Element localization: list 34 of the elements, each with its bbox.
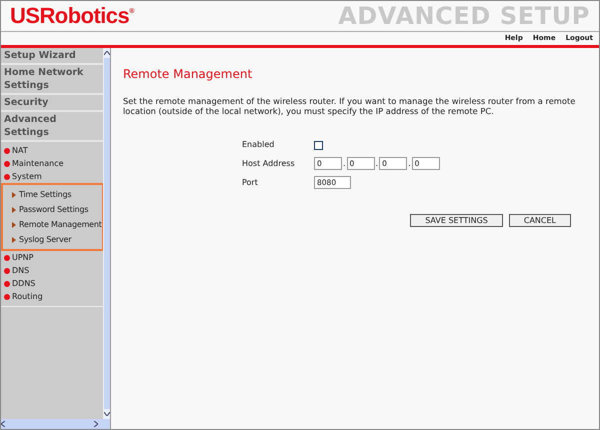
triangle-icon	[12, 192, 16, 198]
bullet-icon	[4, 280, 10, 286]
ip-separator: .	[407, 158, 412, 170]
submenu-item[interactable]: Time Settings	[19, 188, 72, 200]
field-label: Port	[242, 176, 259, 188]
bullet-icon	[4, 160, 10, 166]
ip-separator: .	[342, 158, 347, 170]
section-heading: Remote Management	[123, 66, 254, 83]
form-button[interactable]: CANCEL	[508, 214, 571, 227]
submenu-item[interactable]: Remote Management	[19, 218, 102, 230]
field-label: Enabled	[242, 139, 276, 151]
sidebar-item[interactable]: DDNS	[12, 278, 36, 290]
sidebar-item[interactable]: Maintenance	[12, 158, 64, 170]
triangle-icon	[12, 206, 16, 212]
sidebar-item[interactable]: NAT	[12, 144, 28, 156]
horizontal-scrollbar[interactable]	[1, 419, 110, 429]
sidebar-item[interactable]: System	[12, 170, 42, 182]
form-button[interactable]: SAVE SETTINGS	[410, 214, 503, 227]
field-label: Host Address	[242, 158, 296, 170]
bullet-icon	[4, 254, 10, 260]
bullet-icon	[4, 294, 10, 300]
submenu-item[interactable]: Syslog Server	[19, 234, 72, 246]
sidebar-item[interactable]: DNS	[12, 264, 30, 276]
description-text: Set the remote management of the wireless router. If you want to manage the wireless router from a remote location (outside of the local network), you must specify the IP address of the remote PC.	[123, 96, 576, 116]
bullet-icon	[4, 148, 10, 154]
ip-separator: .	[374, 158, 380, 170]
triangle-icon	[12, 236, 16, 242]
triangle-icon	[12, 222, 16, 228]
bullet-icon	[4, 268, 10, 274]
submenu-item[interactable]: Password Settings	[19, 204, 88, 216]
bullet-icon	[4, 174, 10, 180]
sidebar-item[interactable]: Routing	[12, 290, 43, 302]
sidebar-item[interactable]: UPNP	[12, 252, 34, 264]
enabled-checkbox[interactable]	[314, 140, 323, 150]
